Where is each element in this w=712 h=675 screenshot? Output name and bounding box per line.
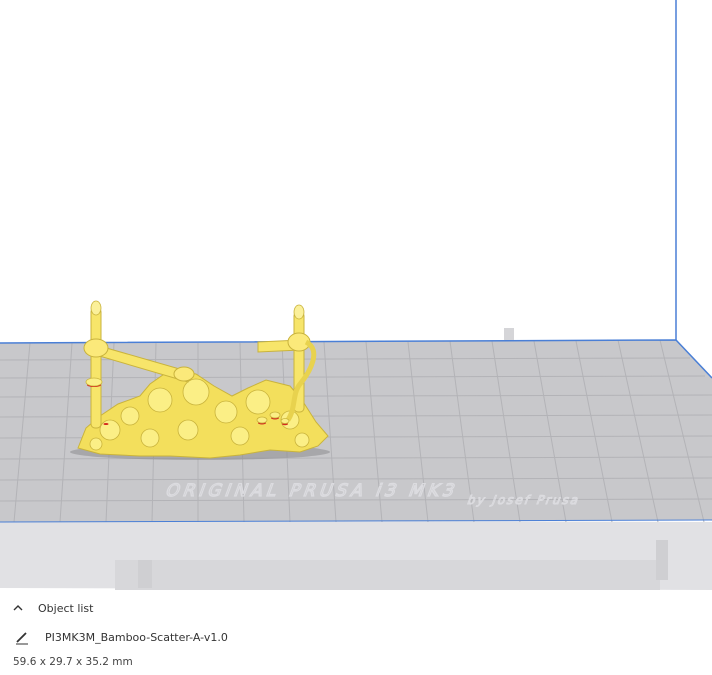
object-list-label: Object list (38, 601, 94, 615)
pencil-icon[interactable] (14, 629, 30, 645)
object-name: PI3MK3M_Bamboo-Scatter-A-v1.0 (45, 630, 228, 644)
object-size-text: 59.6 x 29.7 x 35.2 mm (13, 656, 133, 668)
chevron-up-icon[interactable] (12, 602, 24, 614)
object-list-item[interactable]: PI3MK3M_Bamboo-Scatter-A-v1.0 (14, 627, 228, 647)
bed-logo: ORIGINAL PRUSA i3 MK3 (163, 481, 462, 500)
bed-leg-left (138, 560, 152, 588)
left-pole (90, 307, 102, 429)
object-size: 59.6 x 29.7 x 35.2 mm (13, 654, 133, 670)
object-list-header[interactable]: Object list (12, 598, 93, 618)
bed-logo-sub: by Josef Prusa (466, 492, 583, 507)
3d-viewport[interactable]: ORIGINAL PRUSA i3 MK3 by Josef Prusa Obj… (0, 0, 712, 675)
bed-tab (504, 328, 514, 340)
bed-scene[interactable]: ORIGINAL PRUSA i3 MK3 by Josef Prusa (0, 0, 712, 592)
bed-frame (115, 560, 660, 590)
bed-leg-right (656, 540, 668, 580)
